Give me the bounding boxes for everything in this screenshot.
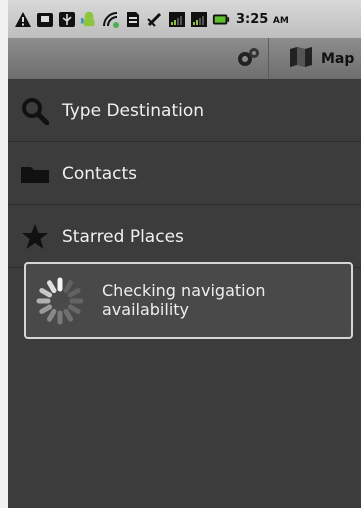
- status-bar: 3:25 AM: [8, 0, 361, 38]
- search-icon: [20, 96, 50, 126]
- folder-icon: [20, 159, 50, 189]
- battery-icon: [212, 10, 230, 28]
- gears-icon: [236, 46, 262, 72]
- star-icon: [20, 222, 50, 252]
- menu-item-label: Starred Places: [62, 226, 184, 247]
- progress-dialog: Checking navigation availability: [24, 262, 353, 339]
- map-label: Map: [321, 50, 355, 67]
- action-bar: Map: [8, 38, 361, 80]
- status-ampm: AM: [272, 15, 289, 26]
- destination-menu: Type Destination Contacts Starred Places: [8, 80, 361, 508]
- settings-button[interactable]: [230, 38, 269, 79]
- spinner-icon: [36, 277, 84, 325]
- map-button[interactable]: Map: [279, 38, 361, 79]
- menu-item-label: Contacts: [62, 163, 137, 184]
- menu-item-label: Type Destination: [62, 100, 205, 121]
- screen: 3:25 AM Map Type Destination Contacts St…: [0, 0, 361, 508]
- warning-icon: [14, 10, 32, 28]
- map-icon: [289, 46, 313, 72]
- android-icon: [80, 10, 98, 28]
- edge-strip: [0, 0, 8, 508]
- menu-item-starred-places[interactable]: Starred Places: [8, 206, 361, 268]
- location-icon: [102, 10, 120, 28]
- usb-icon: [58, 10, 76, 28]
- status-time: 3:25 AM: [236, 12, 289, 27]
- menu-item-contacts[interactable]: Contacts: [8, 143, 361, 205]
- sd-card-icon: [124, 10, 142, 28]
- signal-bars-icon: [168, 10, 186, 28]
- signal-bars-icon: [190, 10, 208, 28]
- signal-off-icon: [146, 10, 164, 28]
- briefcase-icon: [36, 10, 54, 28]
- menu-item-type-destination[interactable]: Type Destination: [8, 80, 361, 142]
- status-time-value: 3:25: [236, 11, 269, 27]
- dialog-message: Checking navigation availability: [102, 281, 266, 319]
